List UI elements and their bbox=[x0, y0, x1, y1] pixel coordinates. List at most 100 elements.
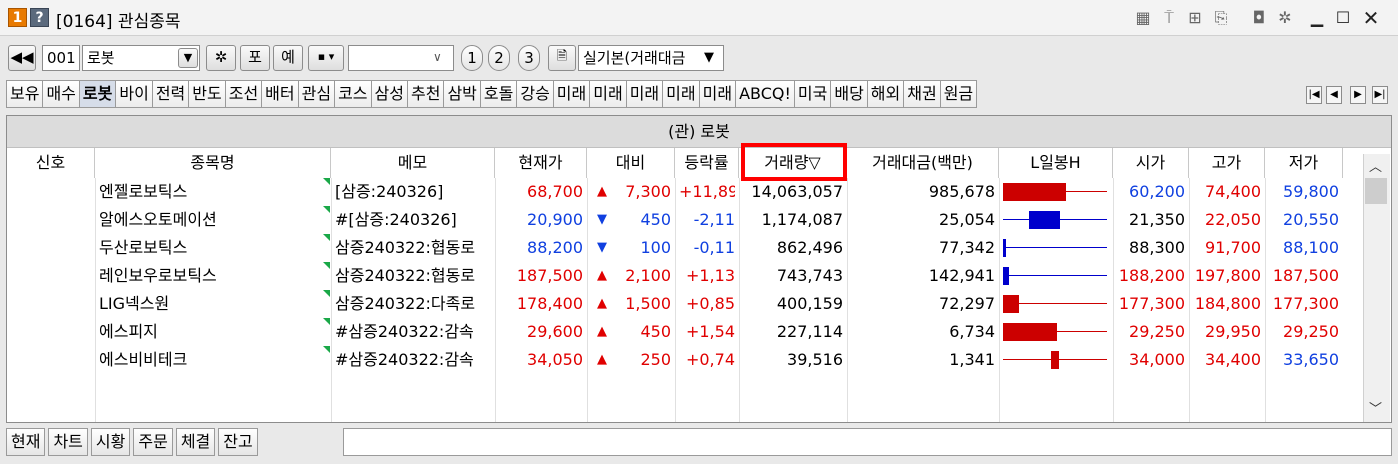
tab-8[interactable]: 관심 bbox=[297, 80, 335, 108]
scroll-down-icon[interactable]: ﹀ bbox=[1369, 398, 1382, 417]
group-code-field[interactable]: 001 bbox=[42, 45, 80, 71]
po-button[interactable]: 포 bbox=[240, 45, 270, 71]
tab-18[interactable]: 미래 bbox=[662, 80, 699, 108]
volume-cell: 227,114 bbox=[776, 322, 843, 341]
stock-name-cell[interactable]: 에스비비테크 bbox=[99, 346, 327, 374]
tab-13[interactable]: 호돌 bbox=[479, 80, 517, 108]
tab-12[interactable]: 삼박 bbox=[443, 80, 480, 108]
tab-11[interactable]: 추천 bbox=[406, 80, 444, 108]
tab-prev-icon[interactable]: ◀ bbox=[1326, 86, 1342, 104]
column-header-0[interactable]: 신호 bbox=[7, 148, 95, 178]
tab-22[interactable]: 배당 bbox=[830, 80, 867, 108]
table-row[interactable]: 에스비비테크 #삼증240322:감속 34,050 ▲ 250 +0,74 39,516 1… bbox=[7, 346, 1363, 374]
bottom-tab-2[interactable]: 시황 bbox=[90, 428, 131, 456]
page-button-3[interactable]: 3 bbox=[518, 45, 540, 71]
screen-number-badge[interactable]: 1 bbox=[8, 8, 27, 27]
gear-icon[interactable]: ✲ bbox=[206, 45, 236, 71]
bottom-tab-5[interactable]: 잔고 bbox=[218, 428, 258, 456]
ye-button[interactable]: 예 bbox=[273, 45, 303, 71]
change-rate-cell: +0,85 bbox=[685, 294, 735, 313]
tab-3[interactable]: 바이 bbox=[115, 80, 152, 108]
column-header-2[interactable]: 메모 bbox=[331, 148, 495, 178]
column-header-5[interactable]: 등락률 bbox=[675, 148, 739, 178]
change-cell: 250 bbox=[640, 350, 671, 369]
tab-21[interactable]: 미국 bbox=[793, 80, 831, 108]
bottom-tab-0[interactable]: 현재 bbox=[6, 428, 46, 456]
stock-name-cell[interactable]: 레인보우로보틱스 bbox=[99, 262, 327, 290]
open-price-cell: 188,200 bbox=[1118, 266, 1185, 285]
high-price-cell: 29,950 bbox=[1205, 322, 1261, 341]
tab-20[interactable]: ABCQ! bbox=[735, 80, 794, 108]
scrollbar-thumb[interactable] bbox=[1365, 178, 1387, 204]
tab-2[interactable]: 로봇 bbox=[78, 80, 116, 108]
bottom-tab-4[interactable]: 체결 bbox=[175, 428, 216, 456]
column-header-4[interactable]: 대비 bbox=[587, 148, 675, 178]
table-row[interactable]: 에스피지 #삼증240322:감속 29,600 ▲ 450 +1,54 227,114 6,… bbox=[7, 318, 1363, 346]
table-row[interactable]: 레인보우로보틱스 삼증240322:협동로 187,500 ▲ 2,100 +1,13 74… bbox=[7, 262, 1363, 290]
tab-5[interactable]: 반도 bbox=[188, 80, 225, 108]
change-rate-cell: +0,74 bbox=[685, 350, 735, 369]
stock-name-cell[interactable]: LIG넥스원 bbox=[99, 290, 327, 318]
maximize-icon[interactable]: ☐ bbox=[1333, 8, 1353, 28]
chevron-down-icon[interactable]: ∨ bbox=[433, 50, 442, 64]
page-button-2[interactable]: 2 bbox=[488, 45, 510, 71]
tab-17[interactable]: 미래 bbox=[625, 80, 663, 108]
tab-7[interactable]: 배터 bbox=[261, 80, 298, 108]
tab-15[interactable]: 미래 bbox=[552, 80, 590, 108]
message-bar bbox=[343, 428, 1392, 456]
camera-icon[interactable]: ◘ bbox=[1249, 8, 1269, 28]
tab-24[interactable]: 채권 bbox=[903, 80, 940, 108]
tab-4[interactable]: 전력 bbox=[151, 80, 189, 108]
tab-6[interactable]: 조선 bbox=[224, 80, 262, 108]
export-icon[interactable]: ⎘ bbox=[1211, 8, 1231, 28]
tab-0[interactable]: 보유 bbox=[6, 80, 43, 108]
link-icon[interactable]: ⊞ bbox=[1185, 8, 1205, 28]
signal-cell bbox=[11, 318, 91, 346]
column-header-8[interactable]: L일봉H bbox=[999, 148, 1113, 178]
tab-last-icon[interactable]: ▶| bbox=[1372, 86, 1388, 104]
tab-19[interactable]: 미래 bbox=[698, 80, 736, 108]
first-group-button[interactable]: ◀◀ bbox=[8, 45, 36, 71]
table-row[interactable]: LIG넥스원 삼증240322:다족로 178,400 ▲ 1,500 +0,85 400,… bbox=[7, 290, 1363, 318]
stock-name-cell[interactable]: 에스피지 bbox=[99, 318, 327, 346]
tab-23[interactable]: 해외 bbox=[866, 80, 904, 108]
stock-name-cell[interactable]: 알에스오토메이션 bbox=[99, 206, 327, 234]
tab-1[interactable]: 매수 bbox=[42, 80, 79, 108]
tab-25[interactable]: 원금 bbox=[939, 80, 978, 108]
column-header-1[interactable]: 종목명 bbox=[95, 148, 331, 178]
tab-9[interactable]: 코스 bbox=[334, 80, 371, 108]
gear-icon[interactable]: ✲ bbox=[1275, 8, 1295, 28]
stock-name-cell[interactable]: 엔젤로보틱스 bbox=[99, 178, 327, 206]
column-header-7[interactable]: 거래대금(백만) bbox=[847, 148, 999, 178]
page-button-1[interactable]: 1 bbox=[461, 45, 483, 71]
table-row[interactable]: 엔젤로보틱스 [삼증:240326] 68,700 ▲ 7,300 +11,89 14,06… bbox=[7, 178, 1363, 206]
close-icon[interactable]: ✕ bbox=[1361, 8, 1381, 28]
tab-10[interactable]: 삼성 bbox=[370, 80, 407, 108]
change-cell: 100 bbox=[640, 238, 671, 257]
table-row[interactable]: 알에스오토메이션 #[삼증:240326] 20,900 ▼ 450 -2,11 1,174… bbox=[7, 206, 1363, 234]
chevron-down-icon[interactable]: ▼ bbox=[704, 50, 714, 65]
view-mode-dropdown[interactable]: ▪ ▾ bbox=[308, 45, 344, 71]
layout-select[interactable]: 실기본(거래대금 bbox=[578, 45, 724, 71]
tab-14[interactable]: 강승 bbox=[516, 80, 553, 108]
grid-layout-icon[interactable]: ▦ bbox=[1133, 8, 1153, 28]
scroll-up-icon[interactable]: ︿ bbox=[1369, 156, 1382, 175]
column-header-11[interactable]: 저가 bbox=[1265, 148, 1343, 178]
column-header-9[interactable]: 시가 bbox=[1113, 148, 1189, 178]
tab-next-icon[interactable]: ▶ bbox=[1350, 86, 1366, 104]
chevron-down-icon[interactable]: ▼ bbox=[178, 48, 198, 68]
column-header-10[interactable]: 고가 bbox=[1189, 148, 1265, 178]
bottom-tab-3[interactable]: 주문 bbox=[133, 428, 173, 456]
document-icon[interactable]: 🗎 bbox=[548, 45, 576, 71]
grid-divider bbox=[1113, 178, 1114, 422]
stock-name-cell[interactable]: 두산로보틱스 bbox=[99, 234, 327, 262]
column-header-3[interactable]: 현재가 bbox=[495, 148, 587, 178]
table-row[interactable]: 두산로보틱스 삼증240322:협동로 88,200 ▼ 100 -0,11 862,496… bbox=[7, 234, 1363, 262]
volume-cell: 39,516 bbox=[787, 350, 843, 369]
bottom-tab-1[interactable]: 차트 bbox=[48, 428, 88, 456]
minimize-icon[interactable]: ▁ bbox=[1307, 8, 1327, 28]
help-button[interactable]: ? bbox=[30, 8, 49, 27]
tab-first-icon[interactable]: |◀ bbox=[1306, 86, 1322, 104]
tab-16[interactable]: 미래 bbox=[589, 80, 626, 108]
pin-icon[interactable]: ⍑ bbox=[1159, 8, 1179, 28]
